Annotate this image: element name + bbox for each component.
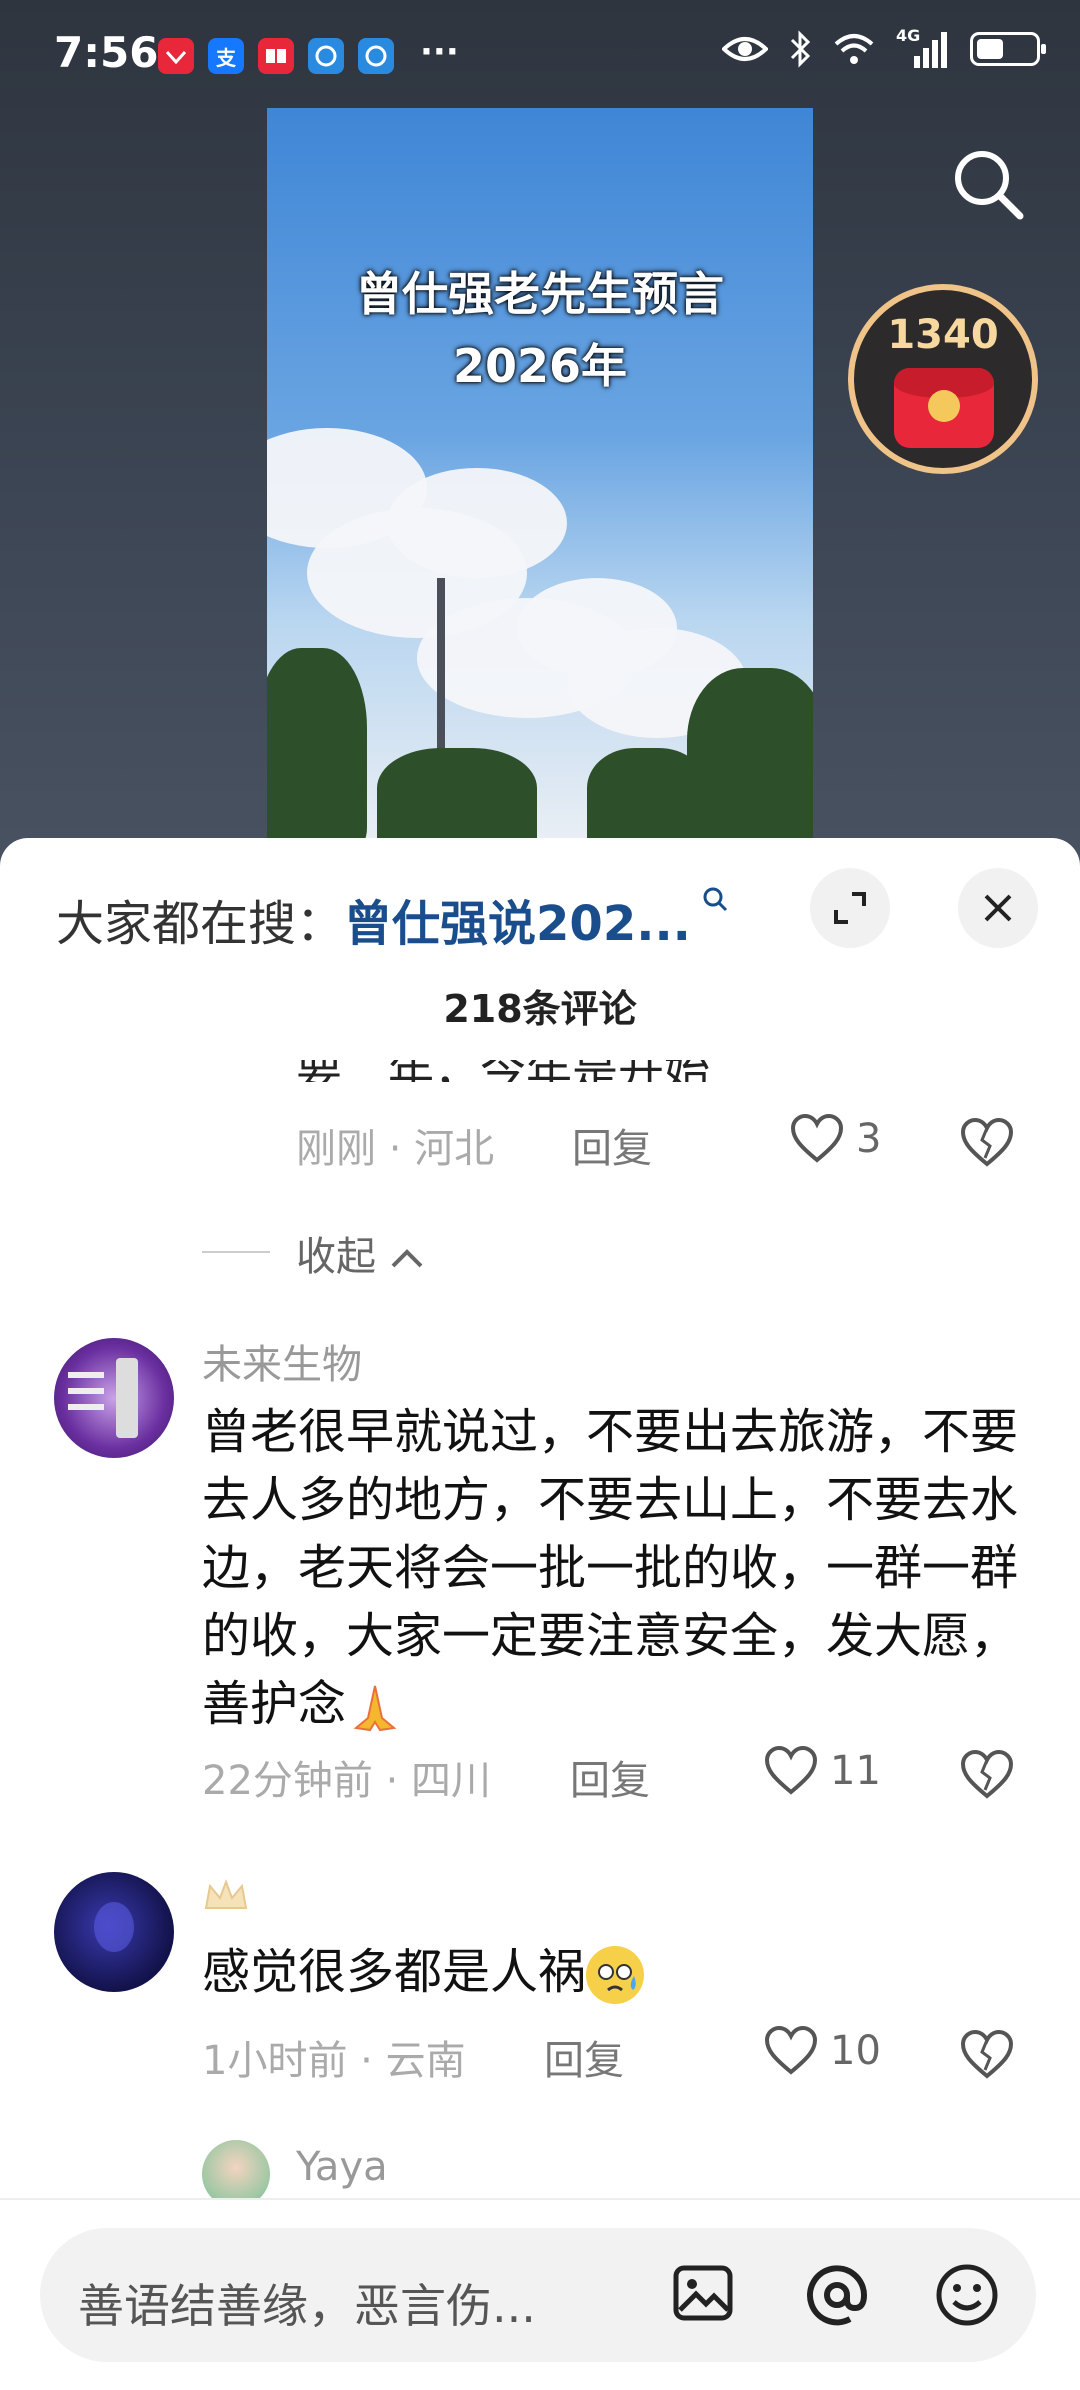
more-notifications-icon: ··· — [420, 32, 459, 72]
clock: 7:56 — [54, 28, 159, 77]
mention-button[interactable] — [802, 2260, 872, 2334]
wifi-icon — [834, 34, 874, 64]
book-app-icon — [258, 38, 294, 74]
cellular-signal-icon: 4G — [896, 26, 950, 68]
username[interactable]: 未来生物 — [202, 1332, 362, 1390]
reward-count: 1340 — [887, 312, 999, 358]
sweat-face-emoji-icon — [586, 1946, 645, 2004]
expand-button[interactable] — [810, 868, 890, 948]
comment-input-placeholder: 善语结善缘，恶言伤... — [78, 2279, 536, 2333]
comment-text: 曾老很早就说过，不要出去旅游，不要去人多的地方，不要去山上，不要去水边，老天将会… — [202, 1398, 1022, 1738]
avatar[interactable] — [54, 1338, 174, 1458]
search-small-icon — [691, 887, 730, 921]
status-bar: 7:56 支 ··· 4G — [0, 0, 1080, 110]
reply-button[interactable]: 回复 — [572, 1116, 652, 1174]
broken-heart-icon — [960, 2029, 1014, 2079]
like-button[interactable]: 3 — [790, 1114, 881, 1164]
notification-icons: 支 — [158, 38, 394, 74]
search-icon[interactable] — [950, 146, 1026, 226]
partial-reply-text: 要二年，今年是开始 — [296, 1060, 710, 1082]
divider — [202, 1251, 270, 1253]
hot-search-keyword[interactable]: 曾仕强说202... — [344, 896, 691, 952]
heart-icon — [764, 2026, 818, 2075]
red-envelope-icon — [894, 368, 994, 448]
like-count: 11 — [830, 1748, 881, 1794]
broken-heart-icon — [960, 1117, 1014, 1167]
reply-meta: 刚刚 · 河北 — [296, 1126, 495, 1172]
avatar[interactable] — [54, 1872, 174, 1992]
dislike-button[interactable] — [960, 1749, 1014, 1804]
heart-icon — [764, 1746, 818, 1795]
reward-red-packet-button[interactable]: 1340 — [848, 284, 1038, 474]
eye-icon — [722, 37, 768, 61]
heart-icon — [790, 1114, 844, 1163]
comment-count: 218条评论 — [443, 987, 637, 1031]
image-button[interactable] — [670, 2260, 736, 2330]
emoji-button[interactable] — [932, 2260, 1002, 2334]
battery-icon — [970, 32, 1046, 66]
smiley-icon — [936, 2264, 998, 2326]
comment-sheet: 大家都在搜：曾仕强说202... 218条评论 要二年，今年是开始 刚刚 · 河… — [0, 838, 1080, 2388]
browser-icon — [308, 38, 344, 74]
comment-input[interactable]: 善语结善缘，恶言伤... — [40, 2228, 1036, 2362]
collapse-replies-button[interactable]: 收起 — [296, 1224, 425, 1282]
at-icon — [807, 2265, 868, 2326]
image-icon — [673, 2265, 733, 2321]
close-button[interactable] — [958, 868, 1038, 948]
bluetooth-icon — [790, 30, 811, 68]
comment-meta: 22分钟前 · 四川 — [202, 1758, 492, 1804]
comment-meta: 1小时前 · 云南 — [202, 2038, 466, 2084]
dislike-button[interactable] — [960, 1117, 1014, 1172]
video-thumbnail[interactable]: 曾仕强老先生预言 2026年 — [267, 108, 813, 838]
comment-input-bar: 善语结善缘，恶言伤... — [0, 2198, 1080, 2390]
reply-button[interactable]: 回复 — [570, 1748, 650, 1806]
comment-text: 感觉很多都是人祸 — [202, 1938, 1022, 2006]
expand-icon — [834, 892, 866, 924]
like-button[interactable]: 10 — [764, 2026, 881, 2076]
reply-button[interactable]: 回复 — [544, 2028, 624, 2086]
chevron-up-icon — [391, 1249, 423, 1268]
broken-heart-icon — [960, 1749, 1014, 1799]
like-count: 10 — [830, 2028, 881, 2074]
hot-search-prefix: 大家都在搜： — [56, 896, 345, 952]
pray-emoji-icon — [346, 1678, 404, 1736]
username[interactable]: Yaya — [296, 2144, 388, 2190]
system-icons: 4G — [722, 26, 1046, 68]
close-icon — [984, 894, 1012, 922]
huawei-app-icon — [158, 38, 194, 74]
alipay-icon: 支 — [208, 38, 244, 74]
like-count: 3 — [856, 1116, 882, 1162]
crown-badge-icon — [202, 1878, 250, 1916]
dislike-button[interactable] — [960, 2029, 1014, 2084]
hot-search-bar[interactable]: 大家都在搜：曾仕强说202... — [56, 884, 730, 954]
video-title-overlay: 曾仕强老先生预言 2026年 — [356, 267, 724, 393]
like-button[interactable]: 11 — [764, 1746, 881, 1796]
browser-icon-2 — [358, 38, 394, 74]
